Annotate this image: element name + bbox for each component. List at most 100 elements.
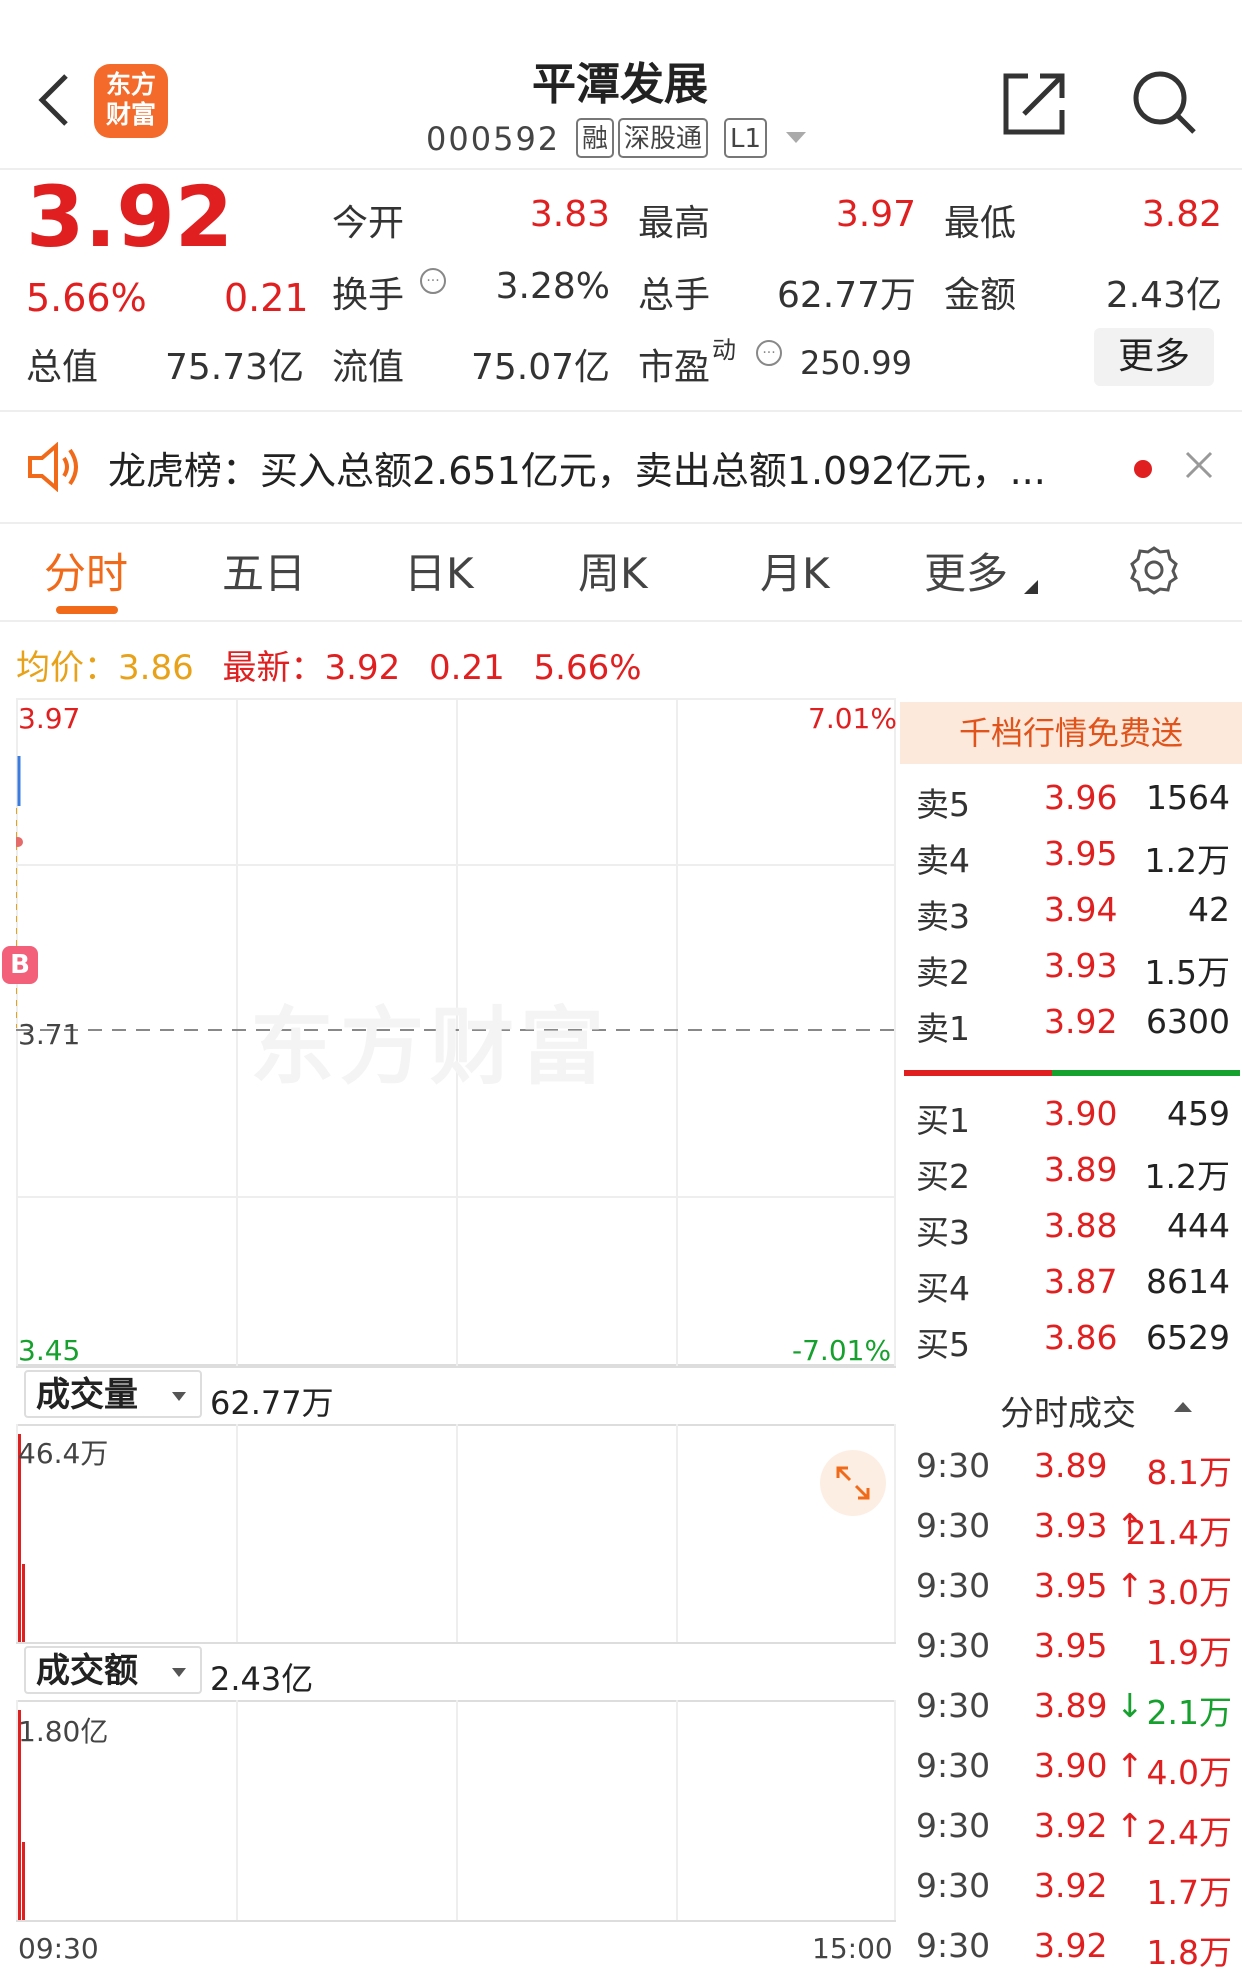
pe-value: 250.99 (800, 344, 912, 382)
level-qty: 42 (1188, 890, 1230, 929)
level-qty: 444 (1167, 1206, 1230, 1245)
gridline (894, 1424, 896, 1642)
latest-point (16, 837, 23, 847)
volume-value: 62.77万 (776, 275, 916, 316)
buy-marker-badge[interactable]: B (2, 946, 38, 984)
app-logo: 东方 财富 (94, 64, 168, 138)
amount-label: 金额 (944, 275, 1017, 316)
level-price: 3.89 (1044, 1150, 1118, 1189)
collapse-caret-icon[interactable] (1174, 1402, 1192, 1412)
gridline (676, 1424, 678, 1642)
turnover-value: 3.28% (495, 266, 610, 307)
gridline (16, 1920, 896, 1922)
tag-connect: 深股通 (618, 118, 709, 158)
trade-time: 9:30 (916, 1566, 991, 1605)
volume-max-label: 46.4万 (18, 1437, 109, 1470)
trade-price: 3.93 (1034, 1506, 1108, 1545)
avg-value: 3.86 (118, 648, 194, 688)
buy-level-row[interactable]: 买5 3.86 6529 (916, 1318, 1230, 1374)
level-qty: 1.2万 (1144, 841, 1230, 880)
info-icon[interactable]: ··· (420, 268, 446, 294)
tab-monthly-k[interactable]: 月K (760, 540, 830, 601)
trade-price: 3.92 (1034, 1866, 1108, 1905)
trade-time: 9:30 (916, 1866, 991, 1905)
level-price: 3.95 (1044, 834, 1118, 873)
more-button[interactable]: 更多 (1094, 328, 1214, 386)
buy-level-row[interactable]: 买3 3.88 444 (916, 1206, 1230, 1262)
share-icon[interactable] (1000, 68, 1070, 138)
volume-total: 62.77万 (210, 1384, 334, 1422)
trade-time: 9:30 (916, 1806, 991, 1845)
trade-volume: 2.1万 (1146, 1693, 1232, 1732)
latest-value: 3.92 (324, 648, 401, 688)
level-price: 3.87 (1044, 1262, 1118, 1301)
gear-icon[interactable] (1128, 544, 1180, 596)
tab-more[interactable]: 更多 (924, 540, 1008, 601)
y-axis-mid-label: 3.71 (18, 1018, 81, 1051)
y-axis-bottom-label: 3.45 (18, 1334, 81, 1367)
back-arrow-icon[interactable] (34, 70, 74, 130)
change-percent: 5.66% (26, 276, 147, 320)
level-price: 3.86 (1044, 1318, 1118, 1357)
level-label: 卖1 (916, 1009, 970, 1048)
level-label: 卖5 (916, 785, 970, 824)
buy-level-row[interactable]: 买4 3.87 8614 (916, 1262, 1230, 1318)
volume-chart[interactable] (16, 1424, 896, 1642)
info-icon[interactable]: ··· (756, 340, 782, 366)
sell-level-row[interactable]: 卖1 3.92 6300 (916, 1002, 1230, 1058)
level-label: 买4 (916, 1269, 970, 1308)
trade-price: 3.92 (1034, 1926, 1108, 1965)
x-axis-end-label: 15:00 (812, 1932, 893, 1965)
trade-direction-arrow: ↑ (1116, 1806, 1144, 1845)
gridline (456, 1424, 458, 1642)
tabs-divider (0, 620, 1242, 622)
trade-price: 3.92 (1034, 1806, 1108, 1845)
tab-daily-k[interactable]: 日K (404, 540, 474, 601)
trade-direction-arrow: ↓ (1116, 1686, 1144, 1725)
amount-total: 2.43亿 (210, 1660, 314, 1698)
sell-level-row[interactable]: 卖5 3.96 1564 (916, 778, 1230, 834)
notice-text: 龙虎榜：买入总额2.651亿元，卖出总额1.092亿元，... (108, 449, 1046, 493)
trade-time: 9:30 (916, 1506, 991, 1545)
trade-direction-arrow: ↑ (1116, 1566, 1144, 1605)
trade-volume: 1.7万 (1146, 1873, 1232, 1912)
close-icon[interactable] (1184, 450, 1214, 480)
expand-caret-icon[interactable] (786, 132, 806, 143)
tab-weekly-k[interactable]: 周K (578, 540, 648, 601)
orderbook-promo-banner[interactable]: 千档行情免费送 (900, 702, 1242, 764)
expand-icon[interactable] (820, 1450, 886, 1516)
sell-level-row[interactable]: 卖3 3.94 42 (916, 890, 1230, 946)
tab-five-day[interactable]: 五日 (222, 540, 306, 601)
speaker-icon (28, 442, 78, 492)
level-price: 3.94 (1044, 890, 1118, 929)
dropdown-caret-icon (172, 1668, 186, 1677)
level-qty: 6300 (1146, 1002, 1230, 1041)
corner-caret-icon (1024, 580, 1038, 594)
amount-bar (22, 1842, 25, 1920)
stock-name: 平潭发展 (532, 59, 708, 110)
trade-price: 3.95 (1034, 1626, 1108, 1665)
tab-intraday[interactable]: 分时 (44, 540, 128, 601)
search-icon[interactable] (1130, 68, 1200, 138)
notice-bar[interactable]: 龙虎榜：买入总额2.651亿元，卖出总额1.092亿元，... (0, 410, 1242, 524)
trades-title[interactable]: 分时成交 (1000, 1386, 1136, 1435)
buy-level-row[interactable]: 买2 3.89 1.2万 (916, 1150, 1230, 1206)
sell-level-row[interactable]: 卖2 3.93 1.5万 (916, 946, 1230, 1002)
pct-axis-top-label: 7.01% (808, 702, 897, 735)
level-label: 卖2 (916, 953, 970, 992)
trade-volume: 1.8万 (1146, 1933, 1232, 1972)
level-label: 买5 (916, 1325, 970, 1364)
float-value: 75.07亿 (470, 347, 610, 388)
trade-price: 3.89 (1034, 1446, 1108, 1485)
trade-row: 9:30 3.92 1.8万 (916, 1926, 1232, 1986)
amount-chart[interactable] (16, 1700, 896, 1922)
level-label: 卖3 (916, 897, 970, 936)
pe-superscript: 动 (712, 336, 736, 364)
buy-level-row[interactable]: 买1 3.90 459 (916, 1094, 1230, 1150)
trade-volume: 8.1万 (1146, 1453, 1232, 1492)
pct-axis-bottom-label: -7.01% (792, 1334, 892, 1367)
sell-level-row[interactable]: 卖4 3.95 1.2万 (916, 834, 1230, 890)
level-qty: 8614 (1146, 1262, 1230, 1301)
gridline (676, 1700, 678, 1922)
trade-volume: 1.9万 (1146, 1633, 1232, 1672)
